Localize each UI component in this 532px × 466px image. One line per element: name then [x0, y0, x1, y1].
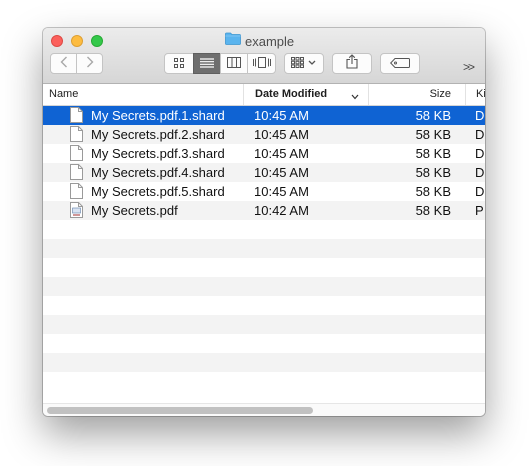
file-date-modified: 10:45 AM — [254, 127, 309, 142]
arrange-button[interactable] — [284, 53, 324, 74]
empty-row — [43, 277, 485, 296]
finder-window: example >> Name Date Modified Size Ki My… — [43, 28, 485, 416]
zoom-window-button[interactable] — [91, 35, 103, 47]
file-kind: D — [475, 184, 485, 199]
close-window-button[interactable] — [51, 35, 63, 47]
column-view-button[interactable] — [220, 53, 248, 74]
file-size: 58 KB — [415, 184, 451, 199]
share-icon — [346, 53, 358, 74]
chevron-down-icon — [351, 91, 359, 103]
empty-row — [43, 220, 485, 239]
file-name: My Secrets.pdf.5.shard — [91, 184, 225, 199]
file-date-modified: 10:45 AM — [254, 165, 309, 180]
file-name: My Secrets.pdf.2.shard — [91, 127, 225, 142]
file-name: My Secrets.pdf.3.shard — [91, 146, 225, 161]
back-button[interactable] — [50, 53, 77, 74]
document-icon — [70, 107, 83, 123]
file-size: 58 KB — [415, 165, 451, 180]
file-name: My Secrets.pdf.1.shard — [91, 108, 225, 123]
file-kind: D — [475, 146, 485, 161]
file-kind: P — [475, 203, 484, 218]
column-header-kind[interactable]: Ki — [465, 84, 485, 105]
column-header-name[interactable]: Name — [49, 84, 243, 105]
forward-button[interactable] — [76, 53, 103, 74]
file-date-modified: 10:45 AM — [254, 184, 309, 199]
toolbar-overflow-button[interactable]: >> — [463, 60, 475, 74]
tag-icon — [390, 55, 410, 73]
file-size: 58 KB — [415, 108, 451, 123]
share-button[interactable] — [332, 53, 372, 74]
empty-row — [43, 315, 485, 334]
folder-icon — [225, 32, 241, 50]
file-size: 58 KB — [415, 146, 451, 161]
pdf-file-icon — [70, 202, 83, 218]
window-title-text: example — [245, 33, 295, 49]
window-title: example — [225, 32, 295, 50]
column-header-date-modified[interactable]: Date Modified — [243, 84, 368, 105]
empty-row — [43, 353, 485, 372]
tags-button[interactable] — [380, 53, 420, 74]
list-view-button[interactable] — [193, 53, 221, 74]
icon-view-icon — [174, 55, 184, 73]
file-date-modified: 10:45 AM — [254, 146, 309, 161]
file-row[interactable]: My Secrets.pdf.4.shard 10:45 AM 58 KB D — [43, 163, 485, 182]
minimize-window-button[interactable] — [71, 35, 83, 47]
icon-view-button[interactable] — [164, 53, 194, 74]
document-icon — [70, 145, 83, 161]
chevron-right-icon — [86, 55, 94, 73]
file-list: My Secrets.pdf.1.shard 10:45 AM 58 KB D My S… — [43, 106, 485, 403]
file-date-modified: 10:45 AM — [254, 108, 309, 123]
file-row[interactable]: My Secrets.pdf.1.shard 10:45 AM 58 KB D — [43, 106, 485, 125]
empty-row — [43, 334, 485, 353]
empty-row — [43, 372, 485, 391]
file-kind: D — [475, 165, 485, 180]
cover-flow-button[interactable] — [247, 53, 276, 74]
document-icon — [70, 126, 83, 142]
empty-row — [43, 258, 485, 277]
title-bar: example >> — [43, 28, 485, 84]
file-name: My Secrets.pdf — [91, 203, 178, 218]
file-name: My Secrets.pdf.4.shard — [91, 165, 225, 180]
document-icon — [70, 164, 83, 180]
arrange-icon — [291, 55, 317, 73]
cover-flow-icon — [252, 55, 271, 73]
file-date-modified: 10:42 AM — [254, 203, 309, 218]
file-row[interactable]: My Secrets.pdf.5.shard 10:45 AM 58 KB D — [43, 182, 485, 201]
column-header: Name Date Modified Size Ki — [43, 84, 485, 106]
chevron-left-icon — [60, 55, 68, 73]
file-row[interactable]: My Secrets.pdf.2.shard 10:45 AM 58 KB D — [43, 125, 485, 144]
column-header-size[interactable]: Size — [368, 84, 465, 105]
empty-row — [43, 239, 485, 258]
file-size: 58 KB — [415, 127, 451, 142]
file-size: 58 KB — [415, 203, 451, 218]
file-kind: D — [475, 127, 485, 142]
file-kind: D — [475, 108, 485, 123]
file-row[interactable]: My Secrets.pdf 10:42 AM 58 KB P — [43, 201, 485, 220]
list-view-icon — [200, 55, 214, 73]
column-view-icon — [227, 55, 241, 73]
document-icon — [70, 183, 83, 199]
horizontal-scrollbar[interactable] — [43, 403, 485, 416]
scrollbar-thumb[interactable] — [47, 407, 313, 414]
empty-row — [43, 296, 485, 315]
file-row[interactable]: My Secrets.pdf.3.shard 10:45 AM 58 KB D — [43, 144, 485, 163]
